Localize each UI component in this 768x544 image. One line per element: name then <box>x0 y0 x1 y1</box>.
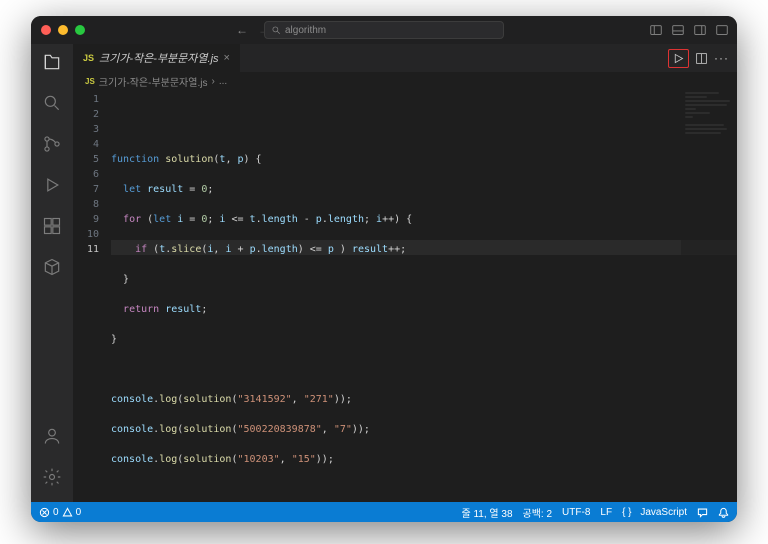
more-actions-button[interactable]: ··· <box>714 51 729 65</box>
extensions-tab[interactable] <box>42 216 62 241</box>
editor-area: JS 크기가-작은-부분문자열.js × ··· JS 크기가-작은-부분문자열… <box>73 44 737 502</box>
command-center-search[interactable]: algorithm <box>264 21 504 39</box>
body: JS 크기가-작은-부분문자열.js × ··· JS 크기가-작은-부분문자열… <box>31 44 737 502</box>
breadcrumb-sep: › <box>211 76 214 87</box>
minimize-window-button[interactable] <box>58 25 68 35</box>
tab-actions: ··· <box>668 44 737 72</box>
package-tab[interactable] <box>42 257 62 282</box>
js-file-icon: JS <box>83 53 94 63</box>
search-text: algorithm <box>285 25 326 36</box>
editor[interactable]: 1234567891011 function solution(t, p) { … <box>73 90 737 502</box>
titlebar-right <box>649 23 729 37</box>
layout-sidebar-right-icon[interactable] <box>693 23 707 37</box>
run-button[interactable] <box>668 49 689 68</box>
run-debug-tab[interactable] <box>42 175 62 200</box>
customize-layout-icon[interactable] <box>715 23 729 37</box>
editor-window: ← → algorithm <box>31 16 737 522</box>
source-control-tab[interactable] <box>42 134 62 159</box>
close-window-button[interactable] <box>41 25 51 35</box>
breadcrumb[interactable]: JS 크기가-작은-부분문자열.js › ... <box>73 72 737 90</box>
activity-bar <box>31 44 73 502</box>
layout-sidebar-left-icon[interactable] <box>649 23 663 37</box>
file-tab[interactable]: JS 크기가-작은-부분문자열.js × <box>73 44 241 72</box>
search-tab[interactable] <box>42 93 62 118</box>
play-icon <box>672 52 685 65</box>
breadcrumb-rest: ... <box>219 76 227 87</box>
explorer-tab[interactable] <box>42 52 62 77</box>
tab-bar: JS 크기가-작은-부분문자열.js × ··· <box>73 44 737 72</box>
tab-filename: 크기가-작은-부분문자열.js <box>99 50 219 66</box>
warning-icon <box>62 507 73 518</box>
status-problems[interactable]: 0 0 <box>39 507 81 518</box>
settings-button[interactable] <box>42 467 62 492</box>
js-file-icon: JS <box>85 77 95 86</box>
accounts-button[interactable] <box>42 426 62 451</box>
maximize-window-button[interactable] <box>75 25 85 35</box>
window-controls <box>41 25 85 35</box>
line-gutter: 1234567891011 <box>73 90 111 502</box>
layout-panel-icon[interactable] <box>671 23 685 37</box>
tab-close-button[interactable]: × <box>224 52 230 64</box>
titlebar: ← → algorithm <box>31 16 737 44</box>
search-icon <box>271 25 281 35</box>
error-icon <box>39 507 50 518</box>
code-area[interactable]: function solution(t, p) { let result = 0… <box>111 90 737 502</box>
split-editor-button[interactable] <box>695 52 708 65</box>
nav-back-button[interactable]: ← <box>236 23 248 37</box>
breadcrumb-file: 크기가-작은-부분문자열.js <box>99 74 208 89</box>
